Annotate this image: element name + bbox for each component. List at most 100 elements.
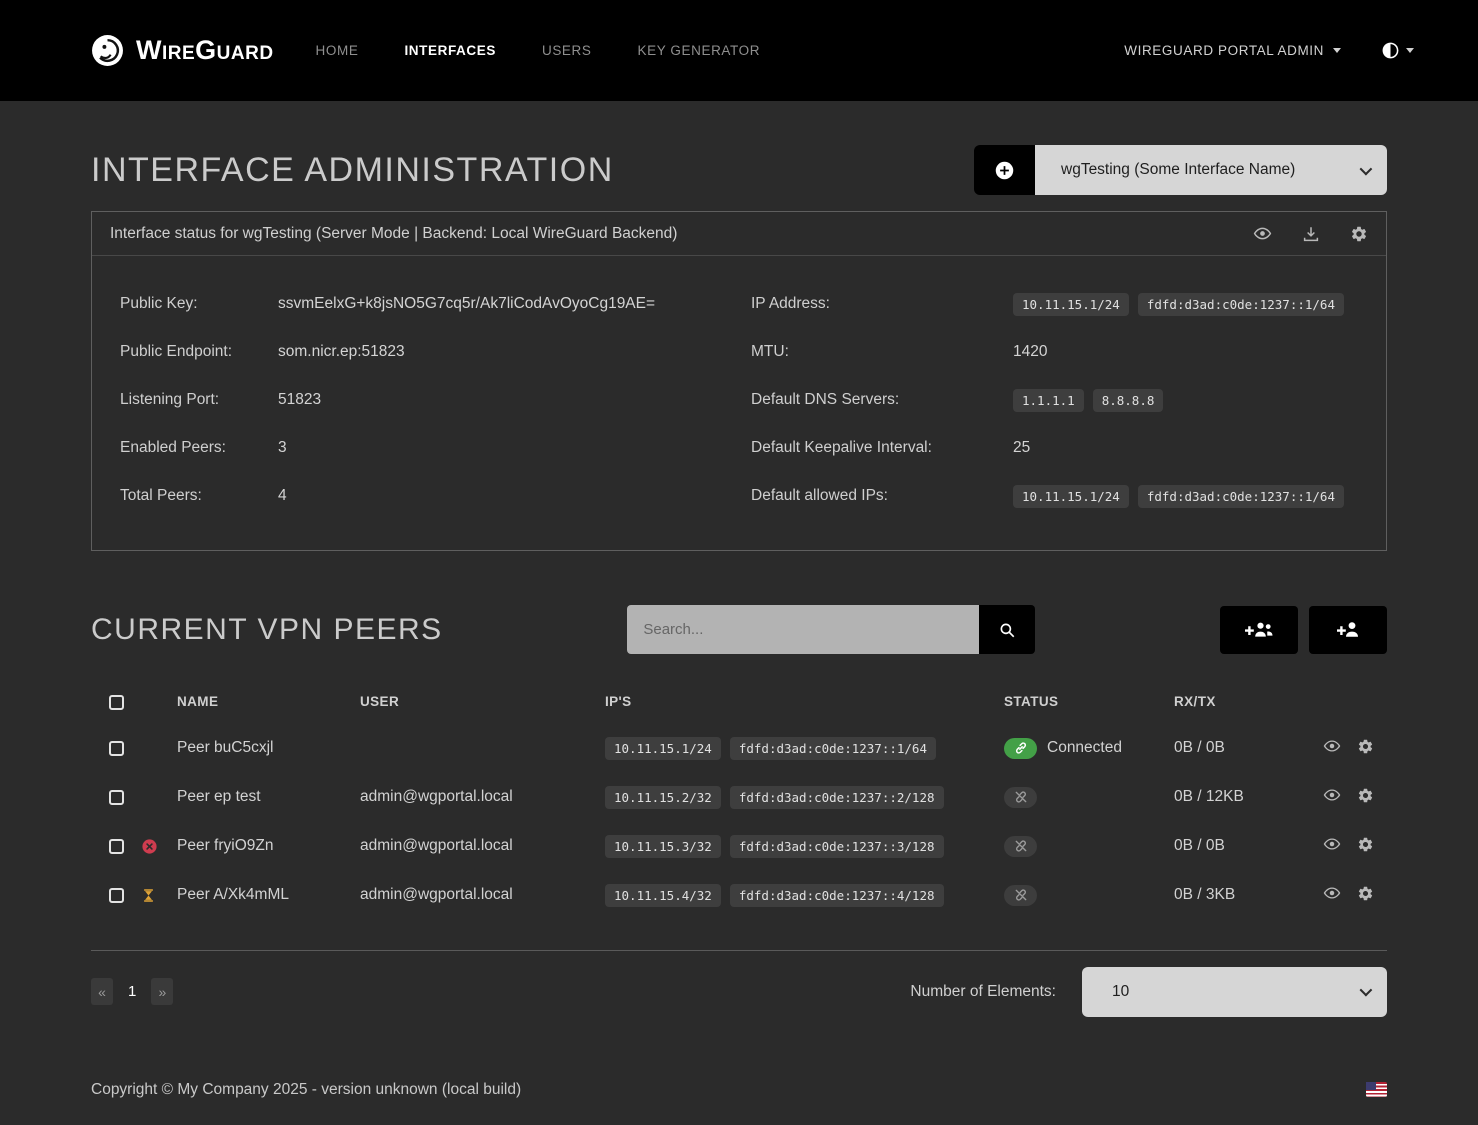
add-users-icon [1245,620,1273,639]
mtu-label: MTU: [751,343,1013,361]
peer-view-button[interactable] [1323,835,1341,853]
download-icon [1302,225,1320,243]
peer-name: Peer fryiO9Zn [177,822,360,871]
peer-ip-badge: fdfd:d3ad:c0de:1237::1/64 [730,737,936,760]
public-endpoint-value: som.nicr.ep:51823 [278,343,405,361]
pagination-prev-button[interactable]: « [91,978,113,1005]
number-of-elements-select[interactable]: 10 [1082,967,1387,1017]
peer-ip-badge: fdfd:d3ad:c0de:1237::4/128 [730,884,944,907]
wireguard-logo-icon [91,34,124,67]
admin-account-label: WIREGUARD PORTAL ADMIN [1124,43,1324,58]
total-peers-label: Total Peers: [120,487,278,505]
peer-name: Peer buC5cxjl [177,724,360,773]
interface-select[interactable]: wgTesting (Some Interface Name) [1035,145,1387,195]
brand-name: WireGuard [136,35,274,66]
page-title: INTERFACE ADMINISTRATION [91,151,614,190]
row-checkbox[interactable] [109,741,124,756]
table-row: Peer fryiO9Zn admin@wgportal.local 10.11… [91,822,1387,871]
add-interface-button[interactable] [974,145,1035,195]
interface-status-title: Interface status for wgTesting (Server M… [110,225,677,243]
eye-icon [1253,224,1272,243]
chevron-down-icon [1406,48,1414,53]
add-peer-button[interactable] [1309,606,1387,654]
peer-expired-icon [141,838,167,855]
dns-badge: 1.1.1.1 [1013,389,1084,412]
nav-item-users[interactable]: USERS [542,43,592,58]
gear-icon [1357,885,1374,902]
download-config-button[interactable] [1302,224,1320,243]
peer-view-button[interactable] [1323,737,1341,755]
chevron-down-icon [1360,162,1373,175]
peer-settings-button[interactable] [1357,836,1374,853]
peer-ip-badge: 10.11.15.4/32 [605,884,721,907]
pagination-page-1[interactable]: 1 [121,978,143,1005]
link-icon [1004,738,1037,759]
peers-table: NAME USER IP'S STATUS RX/TX Peer buC5cxj… [91,680,1387,920]
main-nav: HOME INTERFACES USERS KEY GENERATOR [316,43,761,58]
enabled-peers-value: 3 [278,439,287,457]
search-button[interactable] [979,605,1035,654]
link-slash-icon [1004,787,1037,808]
us-flag-icon[interactable] [1366,1082,1387,1097]
peer-rxtx: 0B / 0B [1174,822,1311,871]
search-icon [998,621,1016,639]
dns-servers-label: Default DNS Servers: [751,391,1013,409]
eye-icon [1323,737,1341,755]
peer-user [360,724,605,773]
table-header-row: NAME USER IP'S STATUS RX/TX [91,680,1387,724]
public-endpoint-label: Public Endpoint: [120,343,278,361]
admin-account-menu[interactable]: WIREGUARD PORTAL ADMIN [1124,43,1341,58]
add-multiple-peers-button[interactable] [1220,606,1298,654]
peer-name: Peer A/Xk4mML [177,871,360,920]
peer-view-button[interactable] [1323,884,1341,902]
search-input[interactable] [627,605,979,654]
table-row: Peer buC5cxjl 10.11.15.1/24 fdfd:d3ad:c0d… [91,724,1387,773]
public-key-label: Public Key: [120,295,278,313]
add-user-icon [1337,620,1360,639]
total-peers-value: 4 [278,487,287,505]
table-row: Peer ep test admin@wgportal.local 10.11.… [91,773,1387,822]
peer-user: admin@wgportal.local [360,822,605,871]
peer-ip-badge: fdfd:d3ad:c0de:1237::3/128 [730,835,944,858]
row-checkbox[interactable] [109,790,124,805]
row-checkbox[interactable] [109,888,124,903]
public-key-value: ssvmEelxG+k8jsNO5G7cq5r/Ak7liCodAvOyoCg1… [278,295,655,313]
allowed-ips-label: Default allowed IPs: [751,487,1013,505]
allowed-ip-badge: 10.11.15.1/24 [1013,485,1129,508]
peer-ip-badge: 10.11.15.1/24 [605,737,721,760]
divider [91,950,1387,951]
ip-badge: 10.11.15.1/24 [1013,293,1129,316]
ip-badge: fdfd:d3ad:c0de:1237::1/64 [1138,293,1344,316]
chevron-down-icon [1333,48,1341,53]
peer-settings-button[interactable] [1357,787,1374,804]
pagination-next-button[interactable]: » [151,978,173,1005]
nav-item-key-generator[interactable]: KEY GENERATOR [637,43,760,58]
view-config-button[interactable] [1253,224,1272,243]
interface-settings-button[interactable] [1350,224,1368,243]
gear-icon [1357,787,1374,804]
mtu-value: 1420 [1013,343,1047,361]
nav-item-interfaces[interactable]: INTERFACES [404,43,496,58]
copyright-text: Copyright © My Company 2025 - version un… [91,1081,521,1099]
peer-view-button[interactable] [1323,786,1341,804]
table-row: Peer A/Xk4mML admin@wgportal.local 10.11… [91,871,1387,920]
peer-user: admin@wgportal.local [360,773,605,822]
theme-toggle-menu[interactable] [1381,41,1414,60]
pagination: « 1 » [91,978,173,1005]
peer-user: admin@wgportal.local [360,871,605,920]
brand[interactable]: WireGuard [91,34,274,67]
column-header-status: STATUS [1004,680,1174,724]
peer-settings-button[interactable] [1357,885,1374,902]
number-of-elements-label: Number of Elements: [910,983,1056,1001]
peer-pending-icon [141,887,167,904]
peer-ip-badge: fdfd:d3ad:c0de:1237::2/128 [730,786,944,809]
eye-icon [1323,786,1341,804]
peer-rxtx: 0B / 0B [1174,724,1311,773]
page-footer: Copyright © My Company 2025 - version un… [0,1061,1478,1125]
peer-settings-button[interactable] [1357,738,1374,755]
allowed-ip-badge: fdfd:d3ad:c0de:1237::1/64 [1138,485,1344,508]
row-checkbox[interactable] [109,839,124,854]
keepalive-label: Default Keepalive Interval: [751,439,1013,457]
select-all-checkbox[interactable] [109,695,124,710]
nav-item-home[interactable]: HOME [316,43,359,58]
